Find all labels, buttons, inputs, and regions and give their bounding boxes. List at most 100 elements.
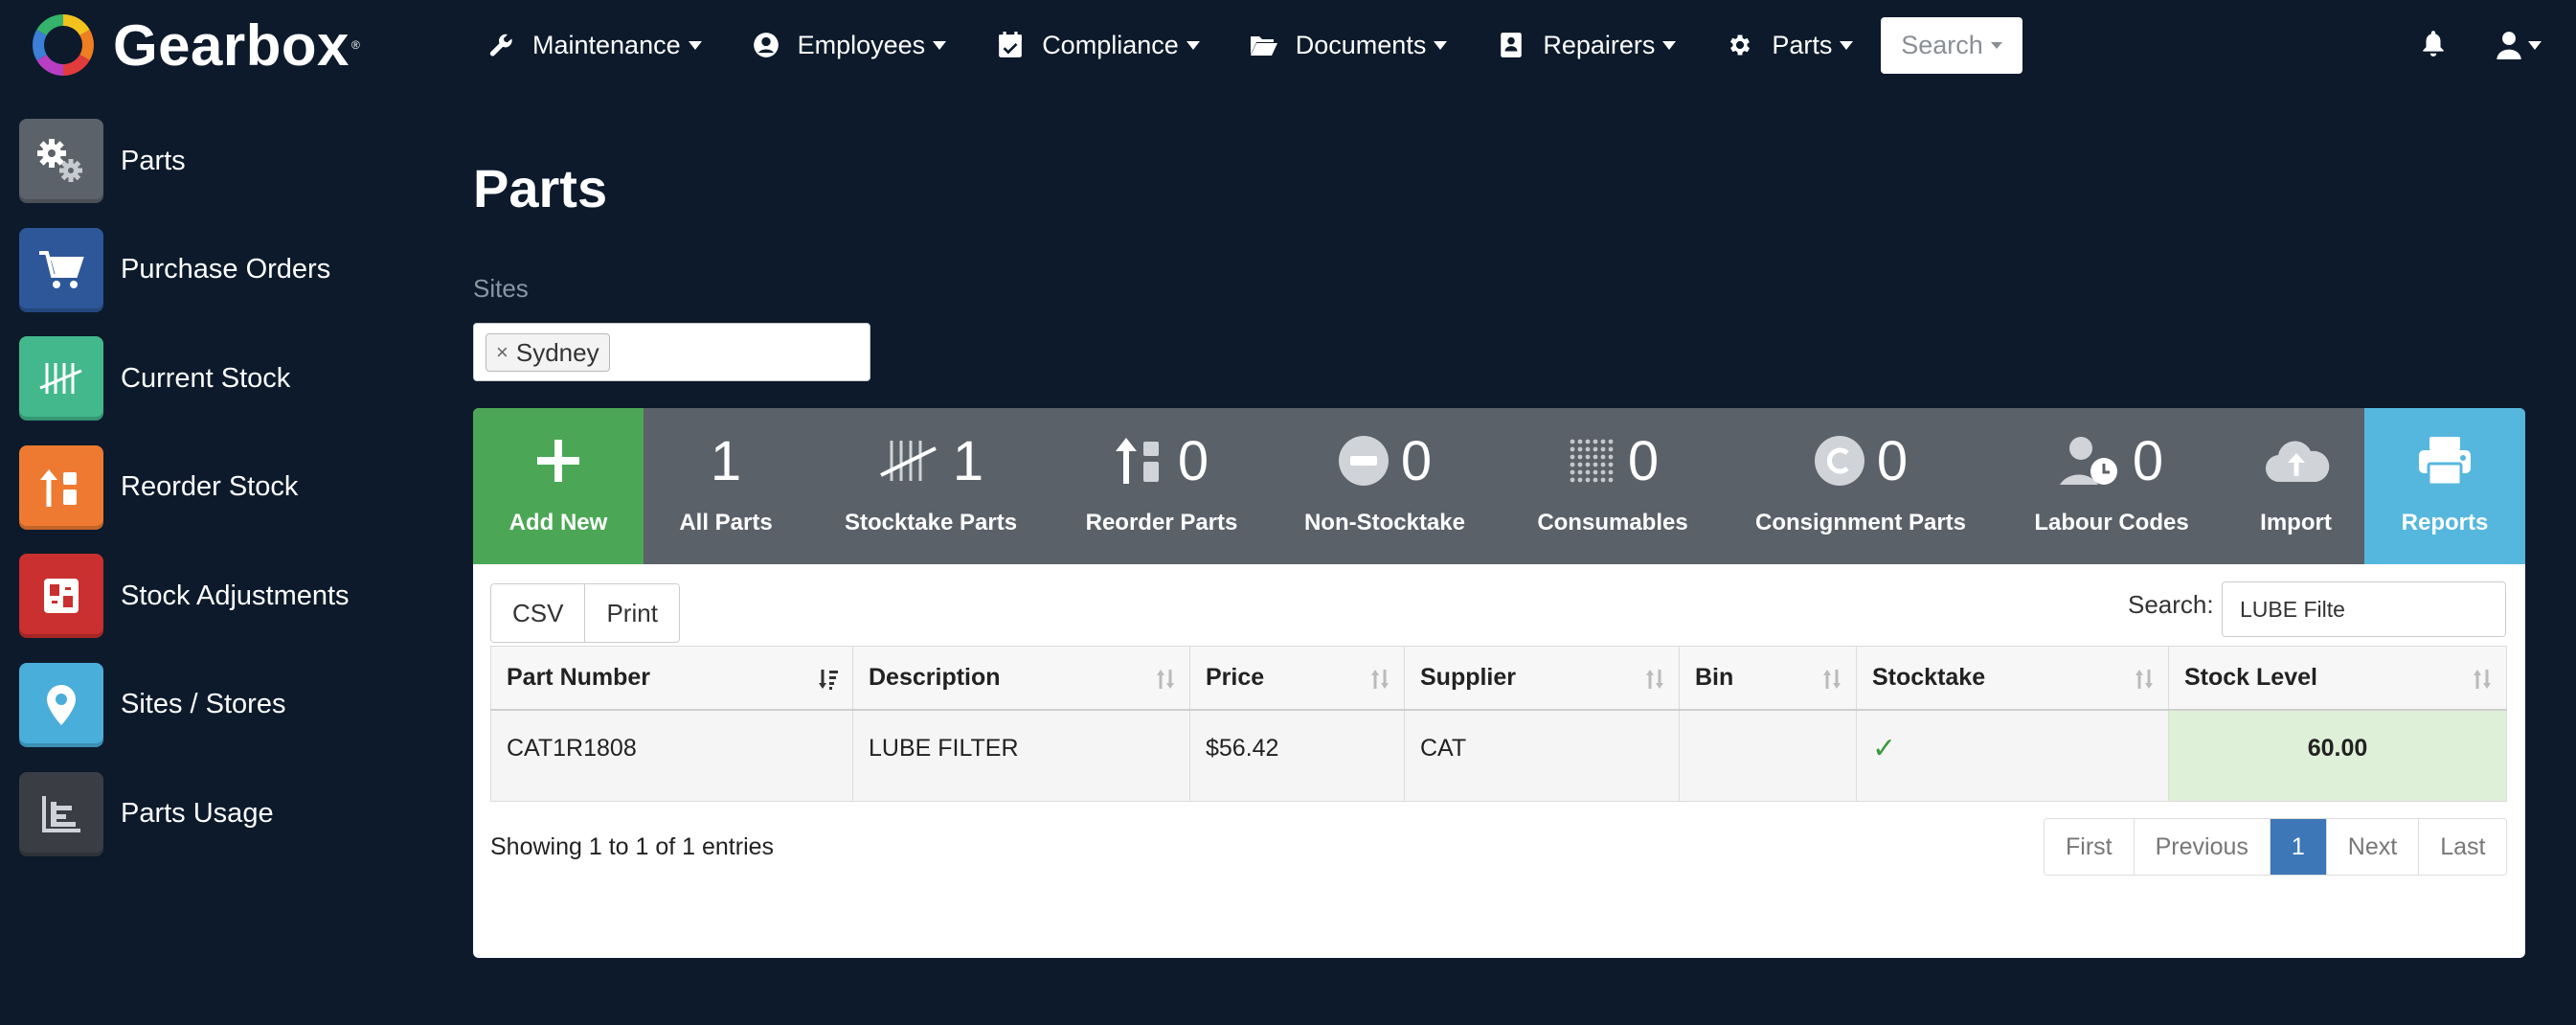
nav-documents[interactable]: Documents: [1250, 31, 1448, 60]
column-header-price[interactable]: Price: [1189, 646, 1405, 711]
sidebar-item-sites-stores[interactable]: Sites / Stores: [19, 662, 421, 747]
tally-icon: [879, 441, 937, 481]
plus-icon: [537, 440, 579, 482]
sort-icon: [2474, 670, 2491, 689]
parts-panel: Add New 1 All Parts 1 Stocktake Parts 0 …: [473, 408, 2525, 958]
nav-repairers[interactable]: Repairers: [1497, 31, 1677, 60]
sidebar-item-label: Parts: [121, 145, 186, 176]
folder-open-icon: [1250, 31, 1278, 59]
tile-label: Import: [2260, 510, 2332, 535]
nav-search-label: Search: [1901, 31, 1983, 59]
nav-employees[interactable]: Employees: [752, 31, 947, 60]
chevron-down-icon: [2528, 40, 2542, 50]
tile-count: 1: [952, 429, 984, 492]
column-header-description[interactable]: Description: [852, 646, 1190, 711]
column-header-label: Stocktake: [1872, 663, 1986, 691]
nav-search-button[interactable]: Search: [1881, 17, 2022, 74]
column-header-label: Stock Level: [2184, 663, 2317, 691]
column-header-stocktake[interactable]: Stocktake: [1856, 646, 2169, 711]
wrench-icon: [486, 31, 515, 59]
print-button[interactable]: Print: [584, 584, 679, 642]
tile-label: Consignment Parts: [1754, 510, 1967, 535]
column-header-bin[interactable]: Bin: [1679, 646, 1857, 711]
tile-count: 0: [1627, 429, 1660, 492]
bar-chart-icon: [19, 771, 103, 856]
tile-count: 0: [1177, 429, 1209, 492]
nav-employees-label: Employees: [797, 30, 926, 59]
pager-last[interactable]: Last: [2418, 819, 2507, 875]
column-header-supplier[interactable]: Supplier: [1404, 646, 1680, 711]
sidebar-item-parts-usage[interactable]: Parts Usage: [19, 771, 421, 856]
pager-first[interactable]: First: [2045, 819, 2134, 875]
pager-next[interactable]: Next: [2325, 819, 2419, 875]
top-navbar: Gearbox ® Maintenance Employees Complianc…: [0, 0, 2576, 90]
column-header-label: Supplier: [1420, 663, 1517, 691]
sort-icon: [1823, 670, 1841, 689]
tile-count: 0: [2132, 429, 2164, 492]
user-menu[interactable]: [2496, 29, 2549, 61]
sidebar: Parts Purchase Orders Current Stock Reor…: [19, 119, 421, 880]
nav-compliance[interactable]: Compliance: [996, 31, 1200, 60]
table-search-input[interactable]: [2222, 581, 2506, 637]
tile-stocktake-parts[interactable]: 1 Stocktake Parts: [808, 408, 1053, 564]
sidebar-item-purchase-orders[interactable]: Purchase Orders: [19, 227, 421, 312]
tile-add-new[interactable]: Add New: [473, 408, 644, 564]
column-header-stock-level[interactable]: Stock Level: [2168, 646, 2507, 711]
brand-logo[interactable]: Gearbox ®: [29, 13, 360, 78]
tile-bar: Add New 1 All Parts 1 Stocktake Parts 0 …: [473, 408, 2525, 564]
sidebar-item-label: Sites / Stores: [121, 689, 286, 720]
sort-icon: [1157, 670, 1174, 689]
site-tag-label: Sydney: [515, 337, 599, 367]
tile-labour-codes[interactable]: 0 Labour Codes: [1996, 408, 2227, 564]
map-pin-icon: [19, 662, 103, 747]
column-header-part-number[interactable]: Part Number: [490, 646, 853, 711]
reorder-icon: [19, 444, 103, 530]
sites-multiselect[interactable]: × Sydney: [473, 323, 870, 381]
gear-icon: [1726, 31, 1754, 59]
tile-reports[interactable]: Reports: [2364, 408, 2525, 564]
nav-compliance-label: Compliance: [1042, 30, 1179, 59]
pager-previous[interactable]: Previous: [2133, 819, 2270, 875]
sidebar-item-label: Parts Usage: [121, 798, 274, 830]
tile-count: 1: [710, 429, 742, 492]
brand-registered-mark: ®: [350, 38, 360, 52]
minus-circle-icon: [1338, 436, 1389, 486]
tile-count: 0: [1400, 429, 1433, 492]
chevron-down-icon: [933, 40, 947, 50]
tile-non-stocktake[interactable]: 0 Non-Stocktake: [1270, 408, 1500, 564]
nav-parts-label: Parts: [1772, 30, 1833, 59]
check-icon: ✓: [1872, 732, 1897, 766]
remove-tag-icon[interactable]: ×: [496, 340, 508, 365]
cell-description: LUBE FILTER: [852, 709, 1190, 802]
tile-all-parts[interactable]: 1 All Parts: [644, 408, 808, 564]
nav-parts[interactable]: Parts: [1726, 30, 1854, 60]
sidebar-item-stock-adjustments[interactable]: Stock Adjustments: [19, 554, 421, 639]
bell-icon[interactable]: [2421, 29, 2450, 61]
pager-page-1[interactable]: 1: [2269, 819, 2326, 875]
tile-label: Reorder Parts: [1085, 510, 1238, 535]
sidebar-item-parts[interactable]: Parts: [19, 119, 421, 203]
reorder-icon: [1115, 438, 1159, 484]
sidebar-item-current-stock[interactable]: Current Stock: [19, 336, 421, 421]
tile-count: 0: [1876, 429, 1909, 492]
sort-ascending-icon: [819, 670, 838, 690]
csv-button[interactable]: CSV: [491, 584, 585, 642]
adjust-icon: [19, 554, 103, 639]
chevron-down-icon: [1840, 40, 1854, 50]
nav-documents-label: Documents: [1295, 30, 1427, 59]
chevron-down-icon: [1434, 40, 1448, 50]
column-header-label: Part Number: [507, 663, 651, 691]
tile-label: Reports: [2401, 510, 2489, 535]
chevron-down-icon: [688, 40, 702, 50]
tile-reorder-parts[interactable]: 0 Reorder Parts: [1053, 408, 1270, 564]
pagination: First Previous 1 Next Last: [2044, 818, 2508, 876]
tile-import[interactable]: Import: [2227, 408, 2364, 564]
parts-table: Part Number Description Price Supplier B…: [490, 646, 2507, 802]
nav-maintenance[interactable]: Maintenance: [486, 31, 702, 60]
tile-consignment-parts[interactable]: 0 Consignment Parts: [1726, 408, 1996, 564]
chevron-down-icon: [1186, 40, 1200, 50]
sidebar-item-reorder-stock[interactable]: Reorder Stock: [19, 444, 421, 530]
nav-maintenance-label: Maintenance: [532, 30, 681, 59]
tile-consumables[interactable]: 0 Consumables: [1500, 408, 1726, 564]
table-row[interactable]: CAT1R1808 LUBE FILTER $56.42 CAT ✓ 60.00: [490, 709, 2507, 802]
